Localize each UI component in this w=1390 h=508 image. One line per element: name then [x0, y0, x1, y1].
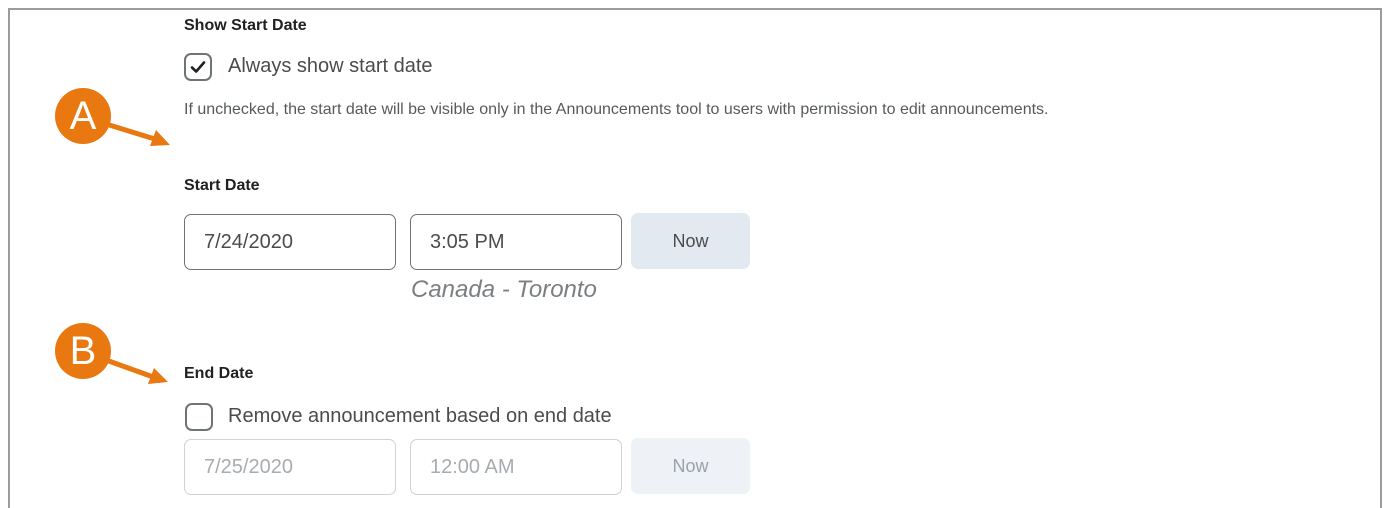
start-now-button[interactable]: Now [631, 213, 750, 269]
end-now-button[interactable]: Now [631, 438, 750, 494]
always-show-start-date-checkbox[interactable] [184, 53, 212, 81]
show-start-date-help-text: If unchecked, the start date will be vis… [184, 101, 1049, 118]
start-date-heading: Start Date [184, 177, 260, 194]
always-show-start-date-label[interactable]: Always show start date [228, 55, 433, 78]
callout-b-arrow-icon [103, 357, 168, 384]
callout-a-badge: A [55, 88, 111, 144]
callout-b-badge: B [55, 323, 111, 379]
start-time-input[interactable]: 3:05 PM [410, 214, 622, 270]
start-timezone-label: Canada - Toronto [411, 276, 597, 303]
remove-announcement-checkbox[interactable] [185, 403, 213, 431]
show-start-date-heading: Show Start Date [184, 17, 307, 34]
remove-announcement-label[interactable]: Remove announcement based on end date [228, 405, 612, 428]
end-date-heading: End Date [184, 365, 254, 382]
end-time-input[interactable]: 12:00 AM [410, 439, 622, 495]
end-date-input[interactable]: 7/25/2020 [184, 439, 396, 495]
checkmark-icon [190, 61, 206, 73]
start-date-input[interactable]: 7/24/2020 [184, 214, 396, 270]
